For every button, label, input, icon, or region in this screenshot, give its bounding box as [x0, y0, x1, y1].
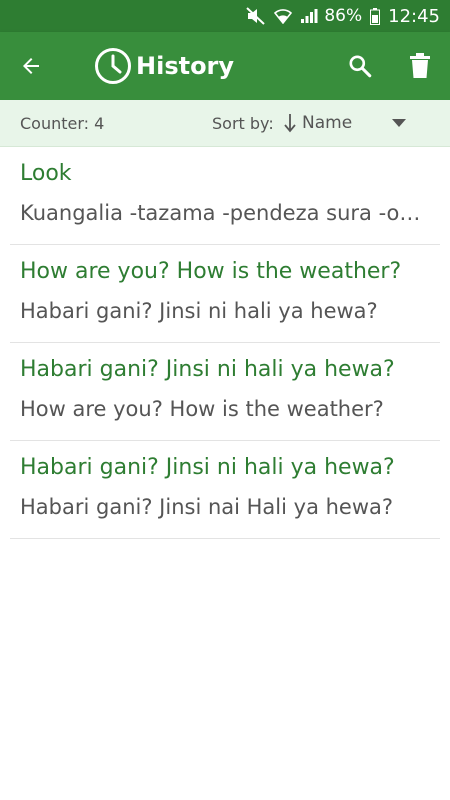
dropdown-arrow-icon	[392, 119, 406, 127]
sort-toolbar: Counter: 4 Sort by: Name	[0, 100, 450, 147]
search-icon	[349, 55, 372, 78]
sort-by-label: Sort by:	[212, 113, 274, 133]
search-button[interactable]	[330, 32, 390, 100]
arrow-back-icon	[23, 58, 39, 74]
source-text: Habari gani? Jinsi ni hali ya hewa?	[20, 455, 395, 480]
title-area: History	[94, 32, 234, 100]
translation-text: Habari gani? Jinsi ni hali ya hewa?	[20, 299, 378, 323]
counter-label: Counter: 4	[20, 113, 105, 133]
history-item[interactable]: How are you? How is the weather? Habari …	[10, 245, 440, 343]
mute-icon	[246, 7, 266, 25]
signal-icon	[300, 8, 318, 24]
translation-text: Habari gani? Jinsi nai Hali ya hewa?	[20, 495, 394, 519]
source-text: Habari gani? Jinsi ni hali ya hewa?	[20, 357, 395, 382]
battery-level: 86%	[324, 6, 363, 26]
history-item[interactable]: Look Kuangalia -tazama -pendeza sura -on…	[10, 147, 440, 245]
app-bar: History	[0, 32, 450, 100]
back-button[interactable]	[0, 32, 62, 100]
sort-value: Name	[302, 113, 353, 133]
history-list: Look Kuangalia -tazama -pendeza sura -on…	[0, 147, 450, 539]
source-text: How are you? How is the weather?	[20, 259, 402, 284]
page-title: History	[136, 52, 235, 80]
history-item[interactable]: Habari gani? Jinsi ni hali ya hewa? Haba…	[10, 441, 440, 539]
clock: 12:45	[388, 5, 440, 27]
clock-icon	[95, 48, 131, 84]
wifi-icon	[274, 8, 293, 24]
app-bar-actions	[330, 32, 450, 100]
battery-icon	[370, 7, 381, 25]
delete-button[interactable]	[390, 32, 450, 100]
translation-text: How are you? How is the weather?	[20, 397, 384, 421]
history-item[interactable]: Habari gani? Jinsi ni hali ya hewa? How …	[10, 343, 440, 441]
sort-select[interactable]: Name	[284, 100, 414, 146]
trash-icon	[410, 53, 430, 78]
source-text: Look	[20, 161, 72, 186]
status-bar: 86% 12:45	[0, 0, 450, 32]
sort-arrow-icon	[284, 114, 296, 133]
translation-text: Kuangalia -tazama -pendeza sura -onekana	[20, 201, 430, 225]
